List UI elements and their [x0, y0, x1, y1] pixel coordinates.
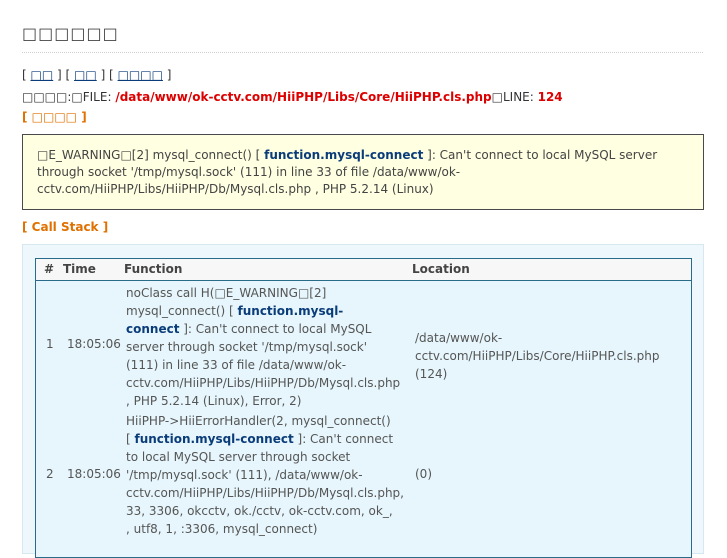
table-row: 2 18:05:06 HiiPHP->HiiErrorHandler(2, my… — [36, 412, 691, 537]
row-location: /data/www/ok-cctv.com/HiiPHP/Libs/Core/H… — [415, 331, 660, 381]
function-doc-link[interactable]: function.mysql-connect — [264, 148, 423, 162]
page-title: □□□□□□ — [22, 24, 703, 53]
nav-bracket: ] [ — [100, 68, 114, 82]
row-function-text: ]: Can't connect to local MySQL server t… — [126, 432, 404, 536]
error-message-box: □E_WARNING□[2] mysql_connect() [ functio… — [22, 134, 704, 210]
col-header-function: Function — [124, 262, 183, 276]
row-num: 1 — [46, 337, 54, 351]
nav-bracket: ] [ — [57, 68, 71, 82]
error-line-number: 124 — [537, 90, 563, 104]
error-file-path: /data/www/ok-cctv.com/HiiPHP/Libs/Core/H… — [115, 90, 492, 104]
row-time: 18:05:06 — [67, 467, 121, 481]
nav-bracket: ] — [166, 68, 172, 82]
nav-link-1[interactable]: □□ — [31, 68, 54, 82]
function-doc-link[interactable]: function.mysql-connect — [135, 432, 294, 446]
col-header-time: Time — [63, 262, 96, 276]
error-line-label: □LINE: — [491, 90, 538, 104]
nav-link-3[interactable]: □□□□ — [118, 68, 163, 82]
call-stack-panel: # Time Function Location 1 18:05:06 noCl… — [22, 244, 704, 558]
row-function: noClass call H(□E_WARNING□[2] mysql_conn… — [126, 284, 400, 410]
trace-toggle-link[interactable]: [ □□□□ ] — [22, 110, 87, 124]
row-num: 2 — [46, 467, 54, 481]
error-position-label: □□□□:□FILE: — [22, 90, 116, 104]
col-header-num: # — [44, 262, 55, 276]
call-stack-table: # Time Function Location 1 18:05:06 noCl… — [35, 258, 692, 558]
nav-links: [ □□ ] [ □□ ] [ □□□□ ] — [22, 68, 171, 82]
nav-link-2[interactable]: □□ — [74, 68, 97, 82]
table-row: 1 18:05:06 noClass call H(□E_WARNING□[2]… — [36, 284, 691, 409]
error-position: □□□□:□FILE: /data/www/ok-cctv.com/HiiPHP… — [22, 90, 563, 104]
col-header-location: Location — [412, 262, 470, 276]
row-time: 18:05:06 — [67, 337, 121, 351]
nav-bracket: [ — [22, 68, 27, 82]
table-header: # Time Function Location — [36, 259, 691, 281]
call-stack-title: [ Call Stack ] — [22, 220, 109, 234]
error-message-text: □E_WARNING□[2] mysql_connect() [ — [37, 148, 265, 162]
row-location: (0) — [415, 467, 432, 481]
row-function: HiiPHP->HiiErrorHandler(2, mysql_connect… — [126, 412, 404, 538]
